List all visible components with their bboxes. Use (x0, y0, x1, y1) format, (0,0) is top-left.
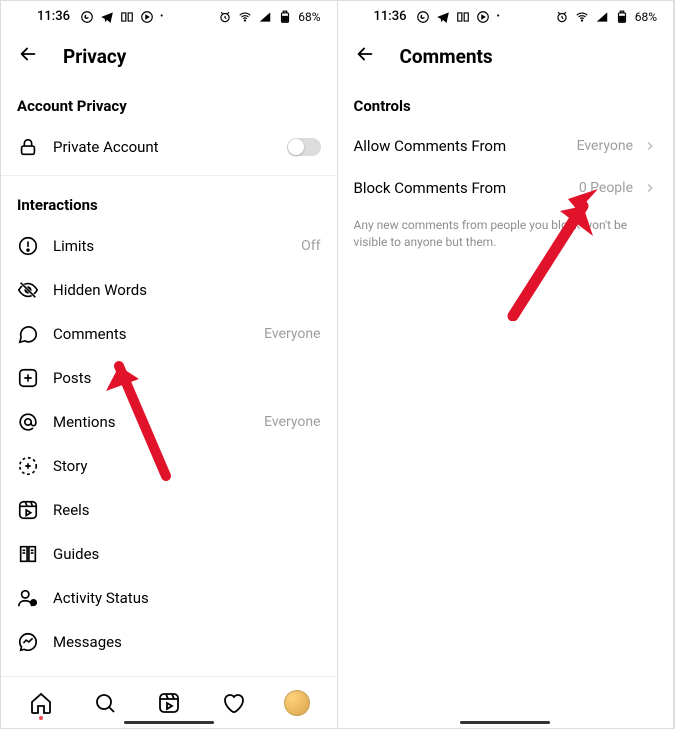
row-allow-comments[interactable]: Allow Comments From Everyone (338, 125, 674, 167)
row-limits[interactable]: Limits Off (1, 224, 337, 268)
battery-percent: 68% (635, 10, 657, 24)
home-indicator (124, 721, 214, 724)
messenger-icon (17, 631, 39, 653)
nav-activity[interactable] (220, 690, 246, 716)
book-icon (456, 10, 470, 24)
reels-icon (17, 499, 39, 521)
row-block-comments[interactable]: Block Comments From 0 People (338, 167, 674, 209)
row-guides[interactable]: Guides (1, 532, 337, 576)
section-controls: Controls (338, 83, 674, 125)
whatsapp-icon (416, 10, 430, 24)
row-label: Private Account (53, 138, 273, 156)
header: Privacy (1, 29, 337, 83)
section-interactions: Interactions (1, 182, 337, 224)
status-time: 11:36 (374, 9, 407, 24)
whatsapp-icon (80, 10, 94, 24)
divider (1, 175, 337, 176)
toggle-private-account[interactable] (287, 138, 321, 156)
status-time: 11:36 (37, 9, 70, 24)
story-icon (17, 455, 39, 477)
book-icon (120, 10, 134, 24)
signal-icon (258, 10, 272, 24)
warning-circle-icon (17, 235, 39, 257)
phone-privacy-screen: 11:36 • 68% Privacy Account Privacy Priv… (1, 1, 338, 728)
battery-icon (615, 10, 629, 24)
activity-icon (17, 587, 39, 609)
header: Comments (338, 29, 674, 83)
row-reels[interactable]: Reels (1, 488, 337, 532)
battery-icon (278, 10, 292, 24)
back-button[interactable] (17, 43, 39, 69)
row-posts[interactable]: Posts (1, 356, 337, 400)
eye-off-icon (17, 279, 39, 301)
nav-reels[interactable] (156, 690, 182, 716)
status-bar: 11:36 • 68% (1, 1, 337, 29)
battery-percent: 68% (298, 10, 320, 24)
back-button[interactable] (354, 43, 376, 69)
chevron-right-icon (643, 139, 657, 153)
row-activity-status[interactable]: Activity Status (1, 576, 337, 620)
row-hidden-words[interactable]: Hidden Words (1, 268, 337, 312)
home-indicator (460, 721, 550, 724)
nav-home[interactable] (28, 690, 54, 716)
circle-play-icon (140, 10, 154, 24)
telegram-icon (436, 10, 450, 24)
comment-icon (17, 323, 39, 345)
phone-comments-screen: 11:36 • 68% Comments Controls Allow Comm… (338, 1, 675, 728)
nav-home-dot (39, 716, 43, 720)
row-private-account[interactable]: Private Account (1, 125, 337, 169)
avatar (284, 690, 310, 716)
alarm-icon (218, 10, 232, 24)
wifi-icon (575, 10, 589, 24)
lock-icon (17, 136, 39, 158)
row-story[interactable]: Story (1, 444, 337, 488)
plus-square-icon (17, 367, 39, 389)
nav-profile[interactable] (284, 690, 310, 716)
alarm-icon (555, 10, 569, 24)
dot-icon: • (496, 11, 499, 22)
nav-search[interactable] (92, 690, 118, 716)
page-title: Comments (400, 45, 493, 68)
at-icon (17, 411, 39, 433)
section-account-privacy: Account Privacy (1, 83, 337, 125)
guides-icon (17, 543, 39, 565)
helper-text: Any new comments from people you block w… (338, 209, 674, 259)
chevron-right-icon (643, 181, 657, 195)
signal-icon (595, 10, 609, 24)
row-mentions[interactable]: Mentions Everyone (1, 400, 337, 444)
row-comments[interactable]: Comments Everyone (1, 312, 337, 356)
page-title: Privacy (63, 45, 126, 68)
status-bar: 11:36 • 68% (338, 1, 674, 29)
dot-icon: • (160, 11, 163, 22)
wifi-icon (238, 10, 252, 24)
circle-play-icon (476, 10, 490, 24)
row-messages[interactable]: Messages (1, 620, 337, 664)
telegram-icon (100, 10, 114, 24)
